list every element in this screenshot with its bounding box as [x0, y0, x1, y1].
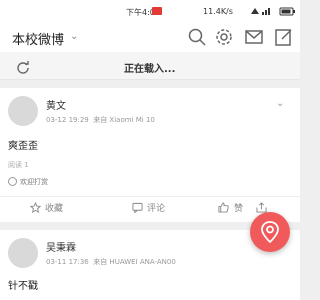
- post-content: 爽歪歪: [8, 141, 38, 152]
- floating-action-button[interactable]: [250, 212, 290, 252]
- comment-label: 评论: [147, 204, 166, 214]
- post-meta: 03-12 19:29 来自 Xiaomi Mi 10: [46, 115, 155, 125]
- like-button[interactable]: 赞: [234, 201, 243, 214]
- collect-button[interactable]: 收藏: [30, 201, 63, 214]
- reward-link[interactable]: 欢迎打赏: [8, 177, 48, 187]
- signal-battery-icon: [251, 7, 295, 16]
- page-title[interactable]: 本校微博: [12, 29, 64, 48]
- star-icon: [30, 202, 41, 213]
- post-source: 来自 HUAWEI ANA-AN00: [93, 258, 176, 266]
- mail-icon[interactable]: [244, 27, 264, 47]
- loading-bar: 正在载入...: [0, 52, 300, 80]
- location-pin-icon: [261, 221, 279, 243]
- avatar[interactable]: [8, 96, 38, 126]
- post-date: 03-11 17:36: [46, 258, 89, 266]
- network-speed: 11.4K/s: [203, 7, 233, 16]
- comment-icon: [132, 202, 143, 213]
- chevron-down-icon[interactable]: ⌄: [70, 31, 78, 42]
- avatar[interactable]: [8, 238, 38, 268]
- post-card[interactable]: 黄文 03-12 19:29 来自 Xiaomi Mi 10 ⌄ 爽歪歪 阅读 …: [0, 88, 300, 222]
- post-author[interactable]: 吴秉霖: [46, 239, 76, 254]
- post-date: 03-12 19:29: [46, 116, 89, 124]
- refresh-icon[interactable]: [16, 60, 30, 74]
- gear-icon[interactable]: [214, 27, 234, 47]
- reward-label: 欢迎打赏: [20, 178, 48, 186]
- app-header: 本校微博 ⌄: [0, 22, 300, 52]
- chevron-down-icon[interactable]: ⌄: [276, 98, 284, 109]
- post-meta: 03-11 17:36 来自 HUAWEI ANA-AN00: [46, 257, 176, 267]
- reward-icon: [8, 177, 17, 186]
- thumbs-up-icon[interactable]: [218, 202, 229, 213]
- compose-icon[interactable]: [274, 27, 294, 47]
- status-bar: 下午4:00 11.4K/s: [0, 0, 300, 22]
- read-count: 阅读 1: [8, 161, 29, 169]
- loading-text: 正在载入...: [124, 64, 176, 75]
- collect-label: 收藏: [45, 204, 64, 214]
- post-source: 来自 Xiaomi Mi 10: [93, 116, 155, 124]
- comment-button[interactable]: 评论: [132, 201, 165, 214]
- search-icon[interactable]: [187, 27, 207, 47]
- post-author[interactable]: 黄文: [46, 97, 66, 112]
- divider: [0, 196, 300, 197]
- post-content: 针不戳: [8, 281, 38, 292]
- like-label: 赞: [234, 204, 244, 214]
- notification-icon: [152, 7, 162, 15]
